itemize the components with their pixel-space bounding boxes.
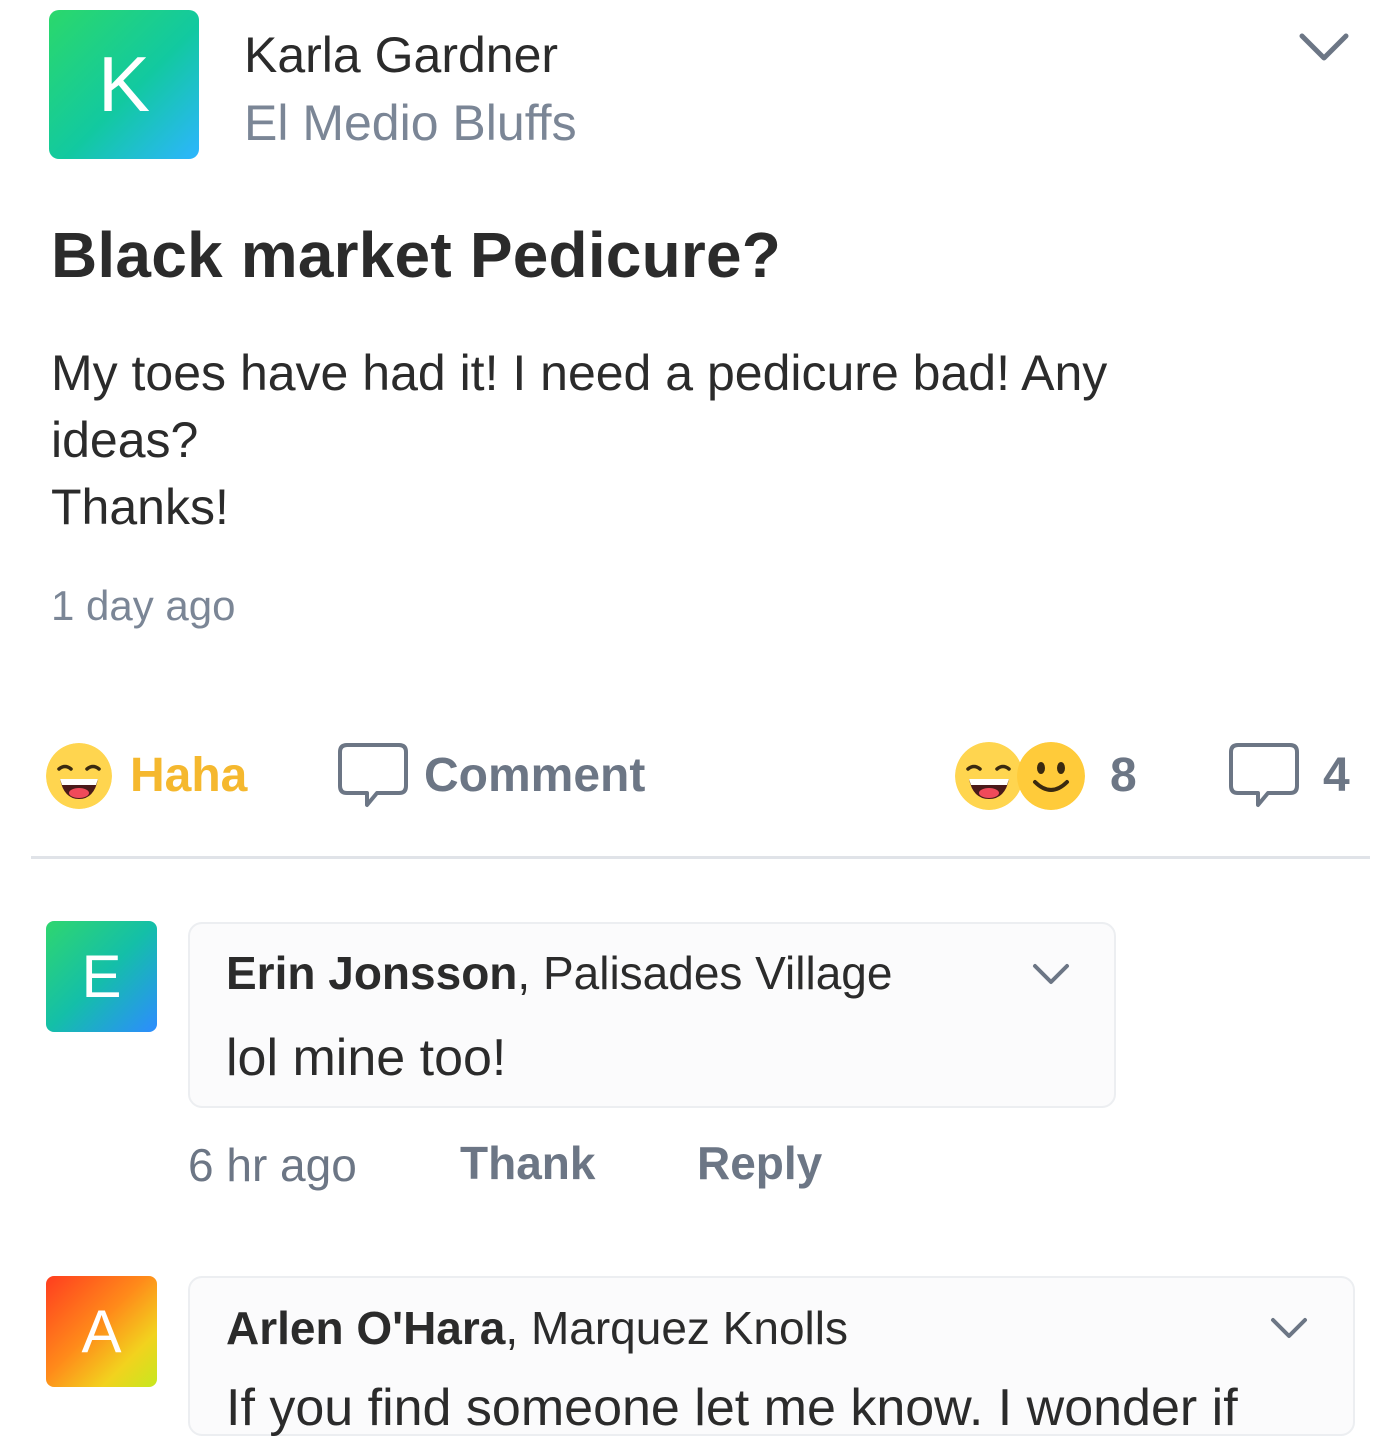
comment-count[interactable]: 4: [1323, 748, 1350, 803]
commenter-neighborhood[interactable]: Marquez Knolls: [531, 1302, 848, 1354]
author-neighborhood[interactable]: El Medio Bluffs: [244, 94, 577, 152]
divider: [31, 856, 1370, 859]
comment-text: lol mine too!: [226, 1029, 507, 1087]
post-body-line: ideas?: [51, 412, 199, 468]
comment-header: Erin Jonsson, Palisades Village: [226, 946, 892, 1000]
chevron-down-icon[interactable]: [1030, 958, 1072, 990]
commenter-avatar[interactable]: E: [46, 921, 157, 1032]
haha-reaction-button[interactable]: Haha: [130, 748, 247, 803]
comment-header: Arlen O'Hara, Marquez Knolls: [226, 1301, 848, 1355]
commenter-name[interactable]: Arlen O'Hara: [226, 1302, 505, 1354]
comment-button[interactable]: Comment: [424, 748, 645, 803]
avatar-letter: K: [97, 40, 151, 128]
author-name[interactable]: Karla Gardner: [244, 26, 558, 84]
speech-bubble-icon[interactable]: [1228, 741, 1300, 811]
thank-button[interactable]: Thank: [460, 1136, 595, 1190]
name-separator: ,: [505, 1302, 531, 1354]
commenter-avatar[interactable]: A: [46, 1276, 157, 1387]
name-separator: ,: [517, 947, 543, 999]
comment-timestamp[interactable]: 6 hr ago: [188, 1138, 357, 1192]
commenter-name[interactable]: Erin Jonsson: [226, 947, 517, 999]
haha-emoji-icon[interactable]: [46, 743, 112, 809]
chevron-down-icon[interactable]: [1268, 1312, 1310, 1344]
author-avatar[interactable]: K: [49, 10, 199, 159]
reply-button[interactable]: Reply: [697, 1136, 822, 1190]
haha-emoji-icon[interactable]: [955, 742, 1023, 810]
post-body-line: Thanks!: [51, 479, 229, 535]
speech-bubble-icon[interactable]: [337, 741, 409, 811]
avatar-letter: A: [81, 1298, 122, 1365]
commenter-neighborhood[interactable]: Palisades Village: [543, 947, 893, 999]
chevron-down-icon[interactable]: [1296, 22, 1352, 72]
post-body-line: My toes have had it! I need a pedicure b…: [51, 345, 1108, 401]
reaction-count[interactable]: 8: [1110, 748, 1137, 803]
post-timestamp[interactable]: 1 day ago: [51, 582, 236, 630]
post-body: My toes have had it! I need a pedicure b…: [51, 340, 1341, 541]
post-title: Black market Pedicure?: [51, 219, 782, 291]
avatar-letter: E: [81, 943, 122, 1010]
comment-text: If you find someone let me know. I wonde…: [226, 1379, 1238, 1437]
smile-emoji-icon[interactable]: [1017, 742, 1085, 810]
